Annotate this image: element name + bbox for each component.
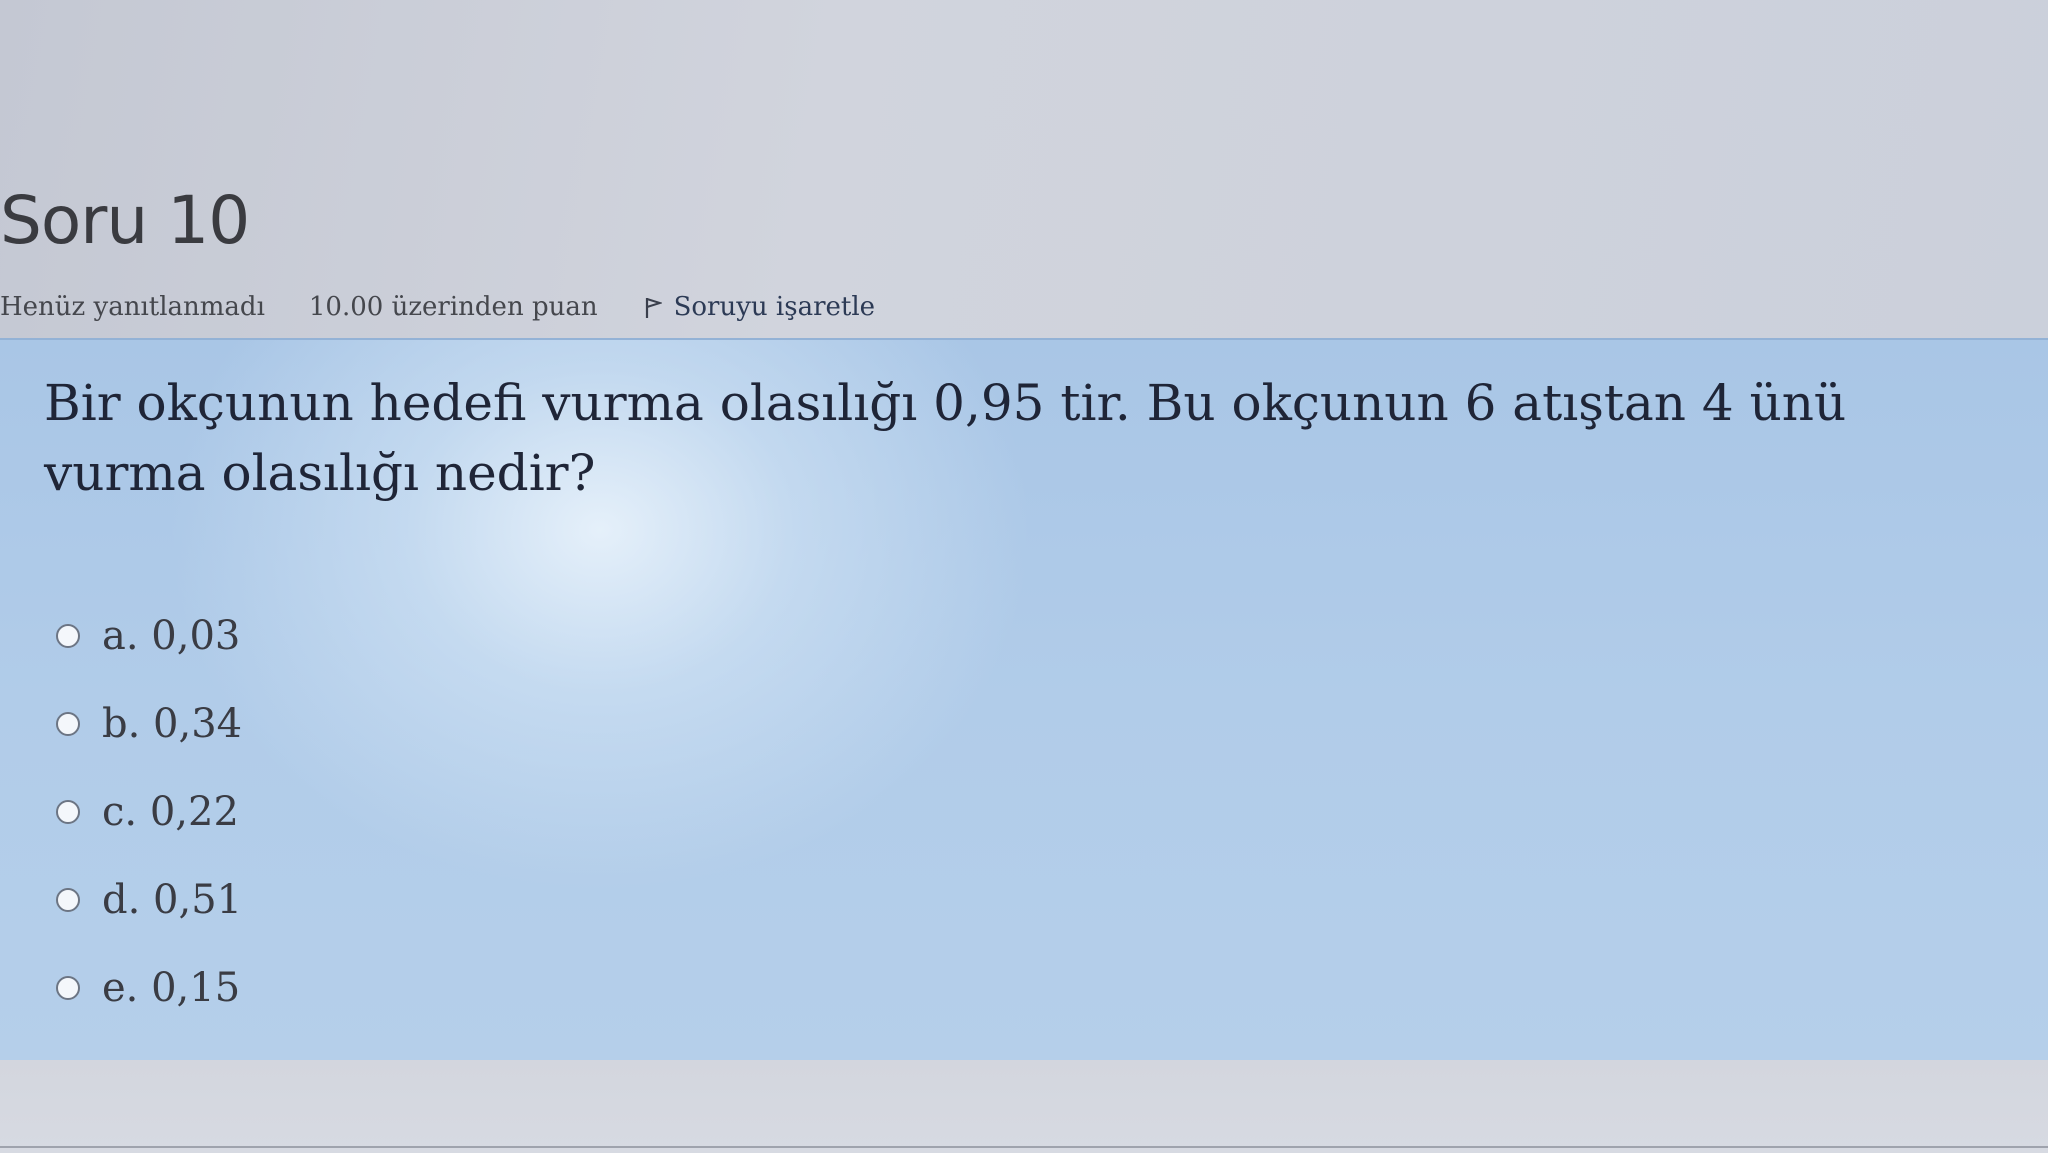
question-panel: Bir okçunun hedefi vurma olasılığı 0,95 … (0, 338, 2048, 1062)
answer-option-d[interactable]: d. 0,51 (56, 856, 242, 944)
answer-label: d. 0,51 (102, 877, 243, 923)
divider (0, 1146, 2048, 1148)
radio-button[interactable] (56, 624, 80, 648)
question-text: Bir okçunun hedefi vurma olasılığı 0,95 … (44, 374, 1847, 502)
flag-icon (645, 298, 662, 318)
question-info: Henüz yanıtlanmadı 10.00 üzerinden puan … (0, 292, 875, 322)
radio-button[interactable] (56, 888, 80, 912)
radio-button[interactable] (56, 800, 80, 824)
answer-option-e[interactable]: e. 0,15 (56, 944, 242, 1032)
radio-button[interactable] (56, 712, 80, 736)
question-title: Soru 10 (0, 182, 250, 259)
page-header-area (0, 0, 2048, 340)
question-grade: 10.00 üzerinden puan (308, 292, 598, 322)
answer-option-c[interactable]: c. 0,22 (56, 768, 242, 856)
flag-question-label: Soruyu işaretle (673, 292, 876, 322)
answer-label: b. 0,34 (102, 701, 243, 747)
answer-option-a[interactable]: a. 0,03 (56, 592, 242, 680)
question-state: Henüz yanıtlanmadı (0, 292, 265, 322)
answer-list: a. 0,03 b. 0,34 c. 0,22 d. 0,51 e. 0,15 (56, 592, 242, 1032)
radio-button[interactable] (56, 976, 80, 1000)
answer-label: e. 0,15 (102, 965, 241, 1011)
flag-question-link[interactable]: Soruyu işaretle (644, 292, 875, 322)
answer-option-b[interactable]: b. 0,34 (56, 680, 242, 768)
page-footer-area (0, 1060, 2048, 1153)
answer-label: c. 0,22 (102, 789, 239, 835)
answer-label: a. 0,03 (102, 613, 241, 659)
